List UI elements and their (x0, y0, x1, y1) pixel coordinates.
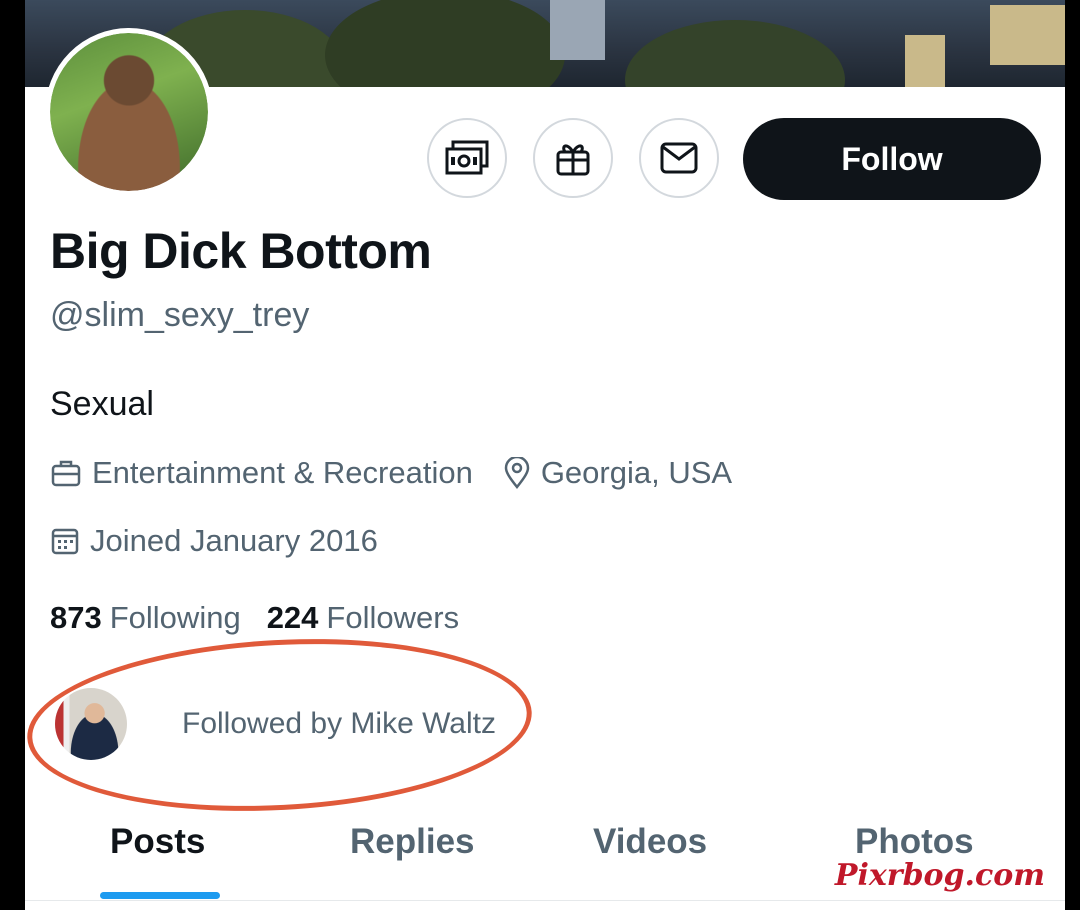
profile-stats: 873 Following 224 Followers (50, 600, 485, 636)
following-label: Following (109, 600, 241, 635)
tab-posts[interactable]: Posts (110, 822, 205, 862)
joined-text: Joined January 2016 (90, 523, 378, 558)
profile-page: Follow Big Dick Bottom @slim_sexy_trey S… (25, 0, 1065, 910)
category-text: Entertainment & Recreation (92, 455, 473, 490)
followers-link[interactable]: 224 Followers (267, 600, 459, 636)
location-pin-icon (504, 457, 530, 489)
gift-button[interactable] (533, 118, 613, 198)
joined-row: Joined January 2016 (50, 523, 408, 559)
active-tab-indicator (100, 892, 220, 899)
location-text: Georgia, USA (540, 455, 733, 490)
tab-videos[interactable]: Videos (593, 822, 707, 862)
highlight-circle (25, 626, 537, 824)
briefcase-icon (51, 460, 81, 487)
following-count: 873 (50, 600, 102, 635)
tab-replies[interactable]: Replies (350, 822, 475, 862)
profile-meta-row: Entertainment & Recreation Georgia, USA (50, 455, 762, 491)
profile-bio: Sexual (50, 385, 154, 423)
message-button[interactable] (639, 118, 719, 198)
money-icon (445, 140, 489, 175)
mail-icon (660, 142, 698, 174)
following-link[interactable]: 873 Following (50, 600, 241, 636)
location-item: Georgia, USA (503, 455, 732, 491)
calendar-icon (51, 528, 79, 555)
gift-icon (556, 144, 590, 176)
watermark: Pixrbog.com (834, 858, 1045, 893)
followers-label: Followers (326, 600, 460, 635)
joined-item: Joined January 2016 (50, 523, 378, 559)
profile-handle: @slim_sexy_trey (50, 296, 310, 334)
category-item: Entertainment & Recreation (50, 455, 473, 491)
profile-name: Big Dick Bottom (50, 223, 432, 279)
tab-photos[interactable]: Photos (855, 822, 974, 862)
profile-avatar[interactable] (45, 28, 213, 196)
followers-count: 224 (266, 600, 319, 635)
tip-button[interactable] (427, 118, 507, 198)
follow-button[interactable]: Follow (743, 118, 1041, 200)
